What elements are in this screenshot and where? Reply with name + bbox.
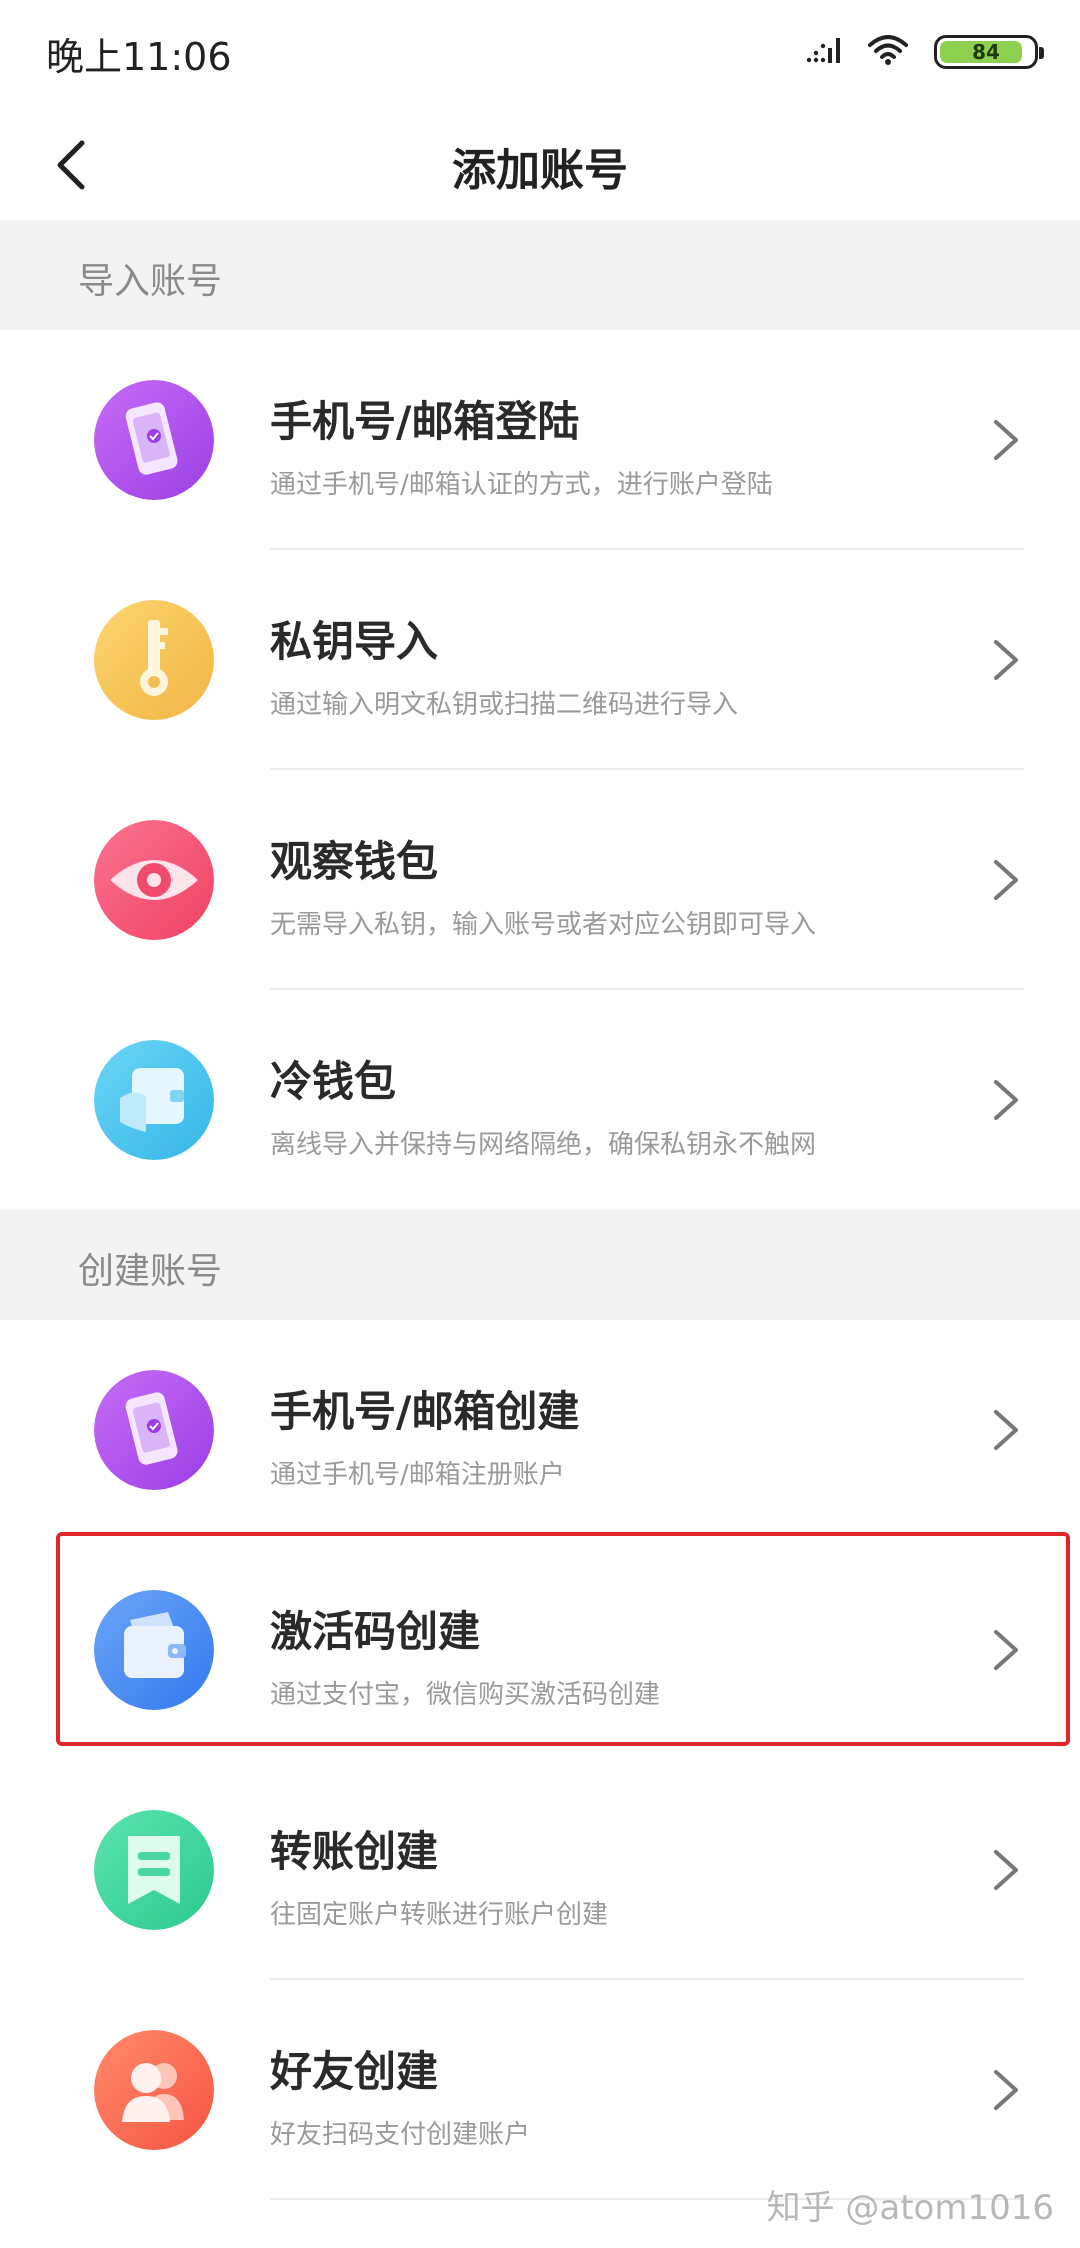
list-item-friend-create[interactable]: 好友创建 好友扫码支付创建账户 [0,1980,1080,2200]
phone-icon [94,380,214,500]
list-item-phone-email-login[interactable]: 手机号/邮箱登陆 通过手机号/邮箱认证的方式，进行账户登陆 [0,330,1080,550]
item-desc: 通过输入明文私钥或扫描二维码进行导入 [270,690,739,720]
item-title: 好友创建 [270,2047,439,2096]
section-header-import: 导入账号 [0,220,1080,330]
status-time: 晚上11:06 [46,35,232,79]
chevron-right-icon [994,1410,1018,1450]
status-icons: 84 [806,30,1044,74]
wifi-icon [868,35,908,69]
chevron-right-icon [994,2070,1018,2110]
chevron-right-icon [994,1630,1018,1670]
battery-icon: 84 [934,35,1044,69]
item-title: 激活码创建 [270,1607,481,1656]
section-title: 创建账号 [78,1251,223,1292]
item-desc: 往固定账户转账进行账户创建 [270,1900,609,1930]
item-desc: 通过手机号/邮箱认证的方式，进行账户登陆 [270,470,773,500]
key-icon [94,600,214,720]
section-header-create: 创建账号 [0,1210,1080,1320]
item-title: 转账创建 [270,1827,439,1876]
bookmark-icon [94,1810,214,1930]
item-desc: 通过支付宝，微信购买激活码创建 [270,1680,661,1710]
phone-icon [94,1370,214,1490]
list-item-private-key-import[interactable]: 私钥导入 通过输入明文私钥或扫描二维码进行导入 [0,550,1080,770]
nav-bar: 添加账号 [0,110,1080,220]
status-bar: 晚上11:06 84 [0,0,1080,110]
chevron-right-icon [994,420,1018,460]
list-item-transfer-create[interactable]: 转账创建 往固定账户转账进行账户创建 [0,1760,1080,1980]
signal-icon [806,36,842,68]
eye-icon [94,820,214,940]
item-desc: 通过手机号/邮箱注册账户 [270,1460,565,1490]
list-item-cold-wallet[interactable]: 冷钱包 离线导入并保持与网络隔绝，确保私钥永不触网 [0,990,1080,1210]
watermark: 知乎 @atom1016 [766,2188,1054,2228]
friends-icon [94,2030,214,2150]
item-desc: 离线导入并保持与网络隔绝，确保私钥永不触网 [270,1130,817,1160]
wallet-icon [94,1590,214,1710]
page-title: 添加账号 [452,145,628,196]
item-title: 手机号/邮箱登陆 [270,397,580,446]
item-title: 手机号/邮箱创建 [270,1387,580,1436]
chevron-right-icon [994,860,1018,900]
item-desc: 无需导入私钥，输入账号或者对应公钥即可导入 [270,910,817,940]
list-item-watch-wallet[interactable]: 观察钱包 无需导入私钥，输入账号或者对应公钥即可导入 [0,770,1080,990]
chevron-right-icon [994,1080,1018,1120]
item-title: 私钥导入 [270,617,439,666]
item-title: 冷钱包 [270,1057,397,1106]
chevron-right-icon [994,640,1018,680]
chevron-right-icon [994,1850,1018,1890]
list-item-activation-code-create[interactable]: 激活码创建 通过支付宝，微信购买激活码创建 [0,1540,1080,1760]
battery-level: 84 [972,40,1000,64]
item-desc: 好友扫码支付创建账户 [270,2120,531,2150]
list-item-phone-email-create[interactable]: 手机号/邮箱创建 通过手机号/邮箱注册账户 [0,1320,1080,1540]
section-title: 导入账号 [78,261,223,302]
cold-wallet-icon [94,1040,214,1160]
item-title: 观察钱包 [270,837,439,886]
